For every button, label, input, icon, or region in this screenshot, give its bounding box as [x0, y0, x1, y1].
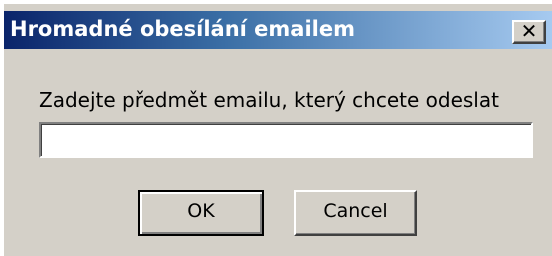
subject-input[interactable]: [39, 122, 533, 158]
title-bar[interactable]: Hromadné obesílání emailem ✕: [4, 11, 552, 49]
prompt-label: Zadejte předmět emailu, který chcete ode…: [39, 88, 499, 112]
window-title: Hromadné obesílání emailem: [10, 17, 355, 41]
close-button[interactable]: ✕: [512, 19, 546, 44]
cancel-button[interactable]: Cancel: [294, 190, 417, 236]
dialog-window: Hromadné obesílání emailem ✕ Zadejte pře…: [0, 0, 552, 256]
close-icon: ✕: [520, 19, 538, 43]
ok-button[interactable]: OK: [138, 190, 264, 236]
